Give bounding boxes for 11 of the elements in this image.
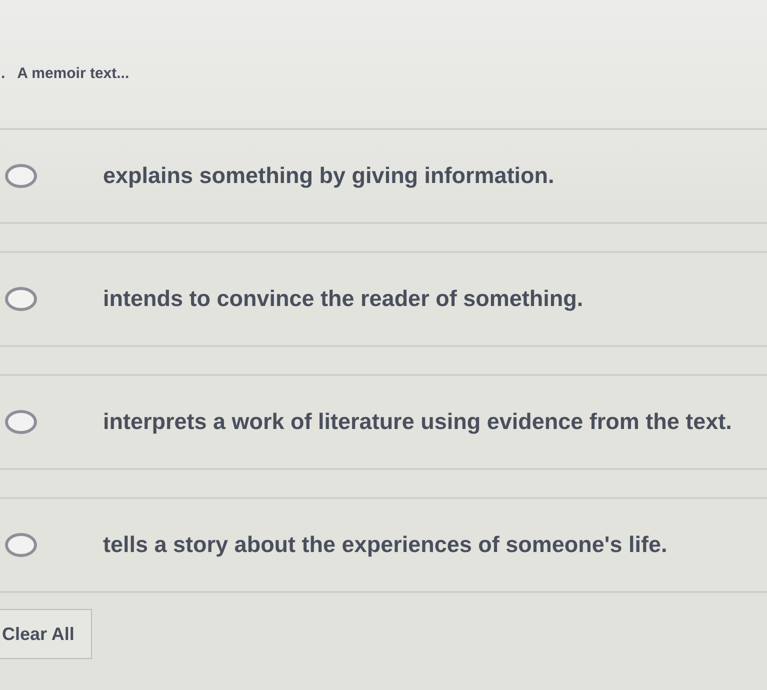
question-number: . xyxy=(0,64,6,84)
radio-button[interactable] xyxy=(5,287,37,311)
clear-all-button[interactable]: Clear All xyxy=(0,609,92,659)
radio-button[interactable] xyxy=(5,164,37,188)
radio-button[interactable] xyxy=(5,533,37,557)
option-text: intends to convince the reader of something. xyxy=(103,285,584,313)
radio-button[interactable] xyxy=(5,410,37,434)
option-text: tells a story about the experiences of someone's life. xyxy=(103,531,668,559)
option-text: interprets a work of literature using evidence from the text. xyxy=(103,408,732,436)
option-text: explains something by giving information. xyxy=(103,162,554,190)
question-text: A memoir text... xyxy=(17,64,130,84)
